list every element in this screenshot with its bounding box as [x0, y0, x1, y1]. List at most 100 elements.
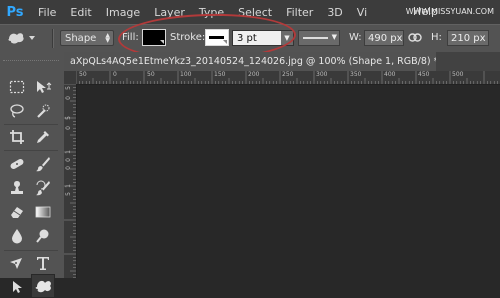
dodge-icon: [36, 229, 49, 243]
custom-shape-icon: [8, 33, 35, 44]
pen-tool[interactable]: [6, 252, 28, 274]
eyedropper-tool[interactable]: [32, 126, 54, 148]
eyedropper-icon: [37, 131, 49, 143]
tools-panel: [0, 52, 65, 298]
ruler-number: 5: [65, 192, 72, 196]
horizontal-ruler[interactable]: 50 0 50 100 150 200 250 300 350 400 450 …: [76, 71, 500, 85]
ruler-number: 50: [147, 71, 155, 78]
menu-file[interactable]: File: [38, 6, 56, 19]
fill-swatch[interactable]: [142, 29, 166, 46]
clone-stamp-tool[interactable]: [6, 177, 28, 199]
vertical-ruler[interactable]: 5 0 5 0 1 0 0 1 5: [64, 84, 77, 278]
type-tool[interactable]: [32, 252, 54, 274]
gradient-icon: [35, 206, 51, 218]
document-tab[interactable]: aXpQLs4AQ5e1EtmeYkz3_20140524_124026.jpg…: [64, 52, 436, 71]
move-tool[interactable]: [32, 76, 54, 98]
eraser-tool[interactable]: [6, 201, 28, 223]
stroke-swatch[interactable]: [205, 29, 229, 46]
menu-filter[interactable]: Filter: [286, 6, 313, 19]
ruler-number: 500: [452, 71, 464, 78]
menu-type[interactable]: Type: [199, 6, 224, 19]
menu-image[interactable]: Image: [106, 6, 140, 19]
brush-tool[interactable]: [32, 153, 54, 175]
height-value: 210 px: [451, 32, 486, 44]
quick-selection-tool[interactable]: [32, 100, 54, 122]
ruler-ticks: [64, 84, 76, 278]
blur-drop-icon: [12, 229, 22, 244]
width-value: 490 px: [368, 32, 403, 44]
brush-icon: [36, 157, 50, 172]
ruler-number: 5: [65, 116, 72, 120]
stroke-line-preview: [303, 37, 328, 39]
height-field[interactable]: 210 px: [447, 30, 489, 46]
eraser-icon: [11, 207, 23, 218]
watermark: WWW.MISSYUAN.COM: [405, 7, 494, 16]
blur-tool[interactable]: [6, 225, 28, 247]
menu-select[interactable]: Select: [238, 6, 272, 19]
stroke-width-field[interactable]: 3 pt ▼: [232, 30, 294, 46]
history-brush-tool[interactable]: [32, 177, 54, 199]
lasso-tool[interactable]: [6, 100, 28, 122]
custom-shape-icon: [35, 280, 51, 293]
pen-icon: [10, 258, 22, 269]
type-icon: [37, 257, 49, 270]
ruler-number: 250: [282, 71, 294, 78]
chevron-down-icon: ▼: [331, 33, 337, 41]
marquee-icon: [9, 80, 25, 94]
tool-mode-select[interactable]: Shape ▲ ▼: [60, 30, 114, 46]
document-tab-title: aXpQLs4AQ5e1EtmeYkz3_20140524_124026.jpg…: [70, 56, 436, 67]
fill-label: Fill:: [122, 32, 139, 43]
crop-icon: [10, 130, 24, 144]
menu-view[interactable]: Vi: [357, 6, 367, 19]
tool-preset-picker[interactable]: [6, 30, 38, 46]
width-label: W:: [349, 32, 362, 43]
ruler-number: 400: [384, 71, 396, 78]
menu-bar: Ps File Edit Image Layer Type Select Fil…: [0, 0, 500, 24]
options-divider: [52, 29, 54, 48]
ruler-number: 5: [65, 86, 72, 90]
ruler-number: 350: [350, 71, 362, 78]
tool-separator: [4, 150, 58, 151]
history-brush-icon: [36, 180, 50, 196]
menu-edit[interactable]: Edit: [70, 6, 91, 19]
ruler-number: 0: [65, 126, 72, 130]
tool-separator: [4, 124, 58, 125]
quick-selection-icon: [37, 104, 50, 118]
ruler-number: 150: [214, 71, 226, 78]
chevron-down-icon[interactable]: ▼: [281, 31, 293, 45]
ruler-number: 100: [180, 71, 192, 78]
path-selection-tool[interactable]: [6, 276, 28, 298]
move-icon: [37, 81, 52, 93]
ruler-number: 1: [65, 150, 72, 154]
rectangular-marquee-tool[interactable]: [6, 76, 28, 98]
ruler-number: 0: [65, 96, 72, 100]
gradient-tool[interactable]: [32, 201, 54, 223]
ruler-number: 200: [248, 71, 260, 78]
path-selection-icon: [13, 281, 22, 293]
dropdown-corner-icon: [160, 40, 164, 44]
tool-separator: [4, 250, 58, 251]
ruler-number: 1: [65, 184, 72, 188]
menu-layer[interactable]: Layer: [154, 6, 185, 19]
photoshop-logo: Ps: [6, 4, 24, 20]
crop-tool[interactable]: [6, 126, 28, 148]
stroke-type-select[interactable]: ▼: [298, 30, 340, 46]
width-field[interactable]: 490 px: [364, 30, 404, 46]
options-bar: Shape ▲ ▼ Fill: Stroke: 3 pt ▼ ▼ W: 490 p…: [0, 24, 500, 53]
ruler-number: 50: [79, 71, 87, 78]
link-icon[interactable]: [408, 33, 422, 42]
healing-brush-icon: [10, 159, 24, 169]
ruler-number: 0: [65, 166, 72, 170]
panel-grip[interactable]: [3, 60, 59, 64]
tool-mode-value: Shape: [65, 32, 97, 44]
document-tab-bar: aXpQLs4AQ5e1EtmeYkz3_20140524_124026.jpg…: [64, 52, 500, 72]
stroke-preview: [209, 36, 224, 39]
ruler-number: 0: [113, 71, 117, 78]
clone-stamp-icon: [11, 181, 23, 194]
lasso-icon: [10, 104, 24, 118]
spot-healing-brush-tool[interactable]: [6, 153, 28, 175]
menu-3d[interactable]: 3D: [327, 6, 342, 19]
document-canvas[interactable]: [77, 85, 500, 278]
dodge-tool[interactable]: [32, 225, 54, 247]
stroke-width-value: 3 pt: [237, 32, 257, 44]
